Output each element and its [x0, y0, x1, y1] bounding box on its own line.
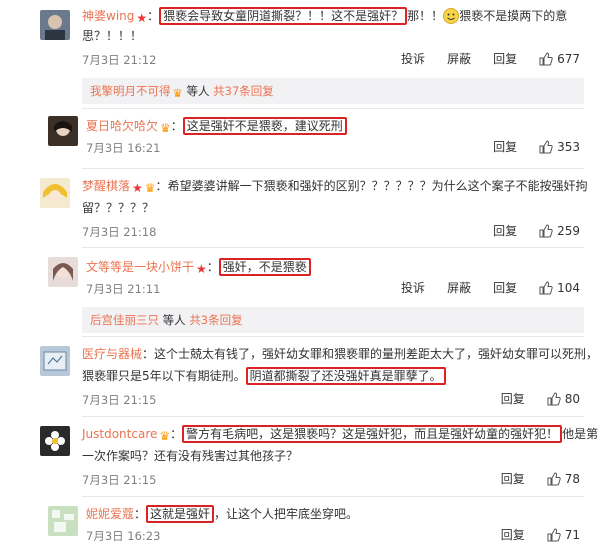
timestamp: 7月3日 21:15 [82, 393, 157, 407]
avatar[interactable] [48, 506, 78, 536]
user-nick[interactable]: 医疗与器械 [82, 347, 142, 361]
avatar[interactable] [48, 116, 78, 146]
comment-text-tail: 他是第 [562, 427, 599, 441]
user-nick[interactable]: Justdontcare [82, 427, 157, 441]
comment-text: 神婆wing ★： 猥亵会导致女童阴道撕裂？！！这不是强奸？ 那！！ 猥亵不是摸两下的意 [82, 6, 567, 30]
highlighted-text: 这是强奸不是猥亵，建议死刑 [182, 117, 347, 135]
comment-text: 梦醒棋落 ★ ♛：希望婆婆讲解一下猥亵和强奸的区别？？？？？？为什么这个案子不能按强… [82, 176, 588, 198]
like-count: 80 [564, 391, 580, 406]
timestamp: 7月3日 21:15 [82, 473, 157, 487]
sub-reply-etc: 等人 [162, 313, 186, 327]
timestamp: 7月3日 16:23 [86, 529, 161, 543]
thumbs-up-icon [539, 139, 553, 154]
like-count: 78 [564, 471, 580, 486]
vip-badge-icon: ♛ [160, 121, 171, 135]
report-button[interactable]: 投诉 [401, 279, 425, 296]
vip-badge-icon: ♛ [159, 429, 171, 443]
sub-reply-more-link[interactable]: 共37条回复 [213, 84, 274, 98]
user-nick[interactable]: 文等等是一块小饼干 [86, 260, 194, 274]
report-button[interactable]: 投诉 [401, 50, 425, 67]
timestamp: 7月3日 21:11 [86, 282, 161, 296]
reply-button[interactable]: 回复 [493, 50, 517, 67]
comment-text-pre: 猥亵罪只是5年以下有期徒刑。 [82, 369, 246, 383]
smiley-emoji-icon [443, 8, 460, 30]
highlighted-text: 警方有毛病吧，这是猥亵吗？这是强奸犯，而且是强奸幼童的强奸犯！ [182, 425, 563, 443]
like-button[interactable]: 353 [539, 140, 580, 154]
star-badge-icon: ★ [132, 181, 143, 195]
avatar[interactable] [40, 426, 70, 456]
vip-badge-icon: ♛ [144, 181, 156, 195]
reply-button[interactable]: 回复 [501, 390, 525, 407]
avatar[interactable] [40, 178, 70, 208]
star-badge-icon: ★ [196, 262, 207, 276]
star-badge-icon: ★ [136, 11, 148, 25]
divider [82, 336, 584, 337]
timestamp: 7月3日 21:18 [82, 225, 157, 239]
highlighted-text: 猥亵会导致女童阴道撕裂？！！这不是强奸？ [159, 7, 408, 25]
like-count: 353 [557, 139, 580, 154]
divider [82, 247, 584, 248]
user-nick[interactable]: 梦醒棋落 [82, 179, 130, 193]
highlighted-text: 这就是强奸 [146, 505, 215, 523]
like-button[interactable]: 71 [547, 528, 580, 542]
comment-text: Justdontcare ♛： 警方有毛病吧，这是猥亵吗？这是强奸犯，而且是强奸幼童… [82, 424, 598, 446]
like-button[interactable]: 78 [547, 472, 580, 486]
timestamp: 7月3日 16:21 [86, 141, 161, 155]
comment-text-tail: ，让这个人把牢底坐穿吧。 [214, 507, 359, 521]
highlighted-text: 阴道都撕裂了还没强奸真是罪孽了。 [245, 367, 446, 385]
avatar[interactable] [40, 346, 70, 376]
like-count: 677 [557, 51, 580, 66]
user-nick[interactable]: 夏日哈欠哈欠 [86, 119, 158, 133]
comment-text: 夏日哈欠哈欠 ♛： 这是强奸不是猥亵，建议死刑 [86, 116, 347, 138]
sub-reply-summary[interactable]: 我擎明月不可得 ♛ 等人 共37条回复 [82, 78, 584, 104]
divider [82, 416, 584, 417]
like-count: 104 [557, 280, 580, 295]
comment-text-rest: 那！！ [407, 9, 444, 23]
thumbs-up-icon [539, 51, 553, 66]
user-nick[interactable]: 神婆wing [82, 9, 134, 23]
like-button[interactable]: 80 [547, 392, 580, 406]
thumbs-up-icon [539, 223, 553, 238]
highlighted-text: 强奸，不是猥亵 [218, 258, 311, 276]
sub-reply-etc: 等人 [186, 84, 210, 98]
sub-reply-user[interactable]: 我擎明月不可得 [90, 84, 171, 98]
reply-button[interactable]: 回复 [493, 138, 517, 155]
sub-reply-summary[interactable]: 后宫佳丽三只 等人 共3条回复 [82, 307, 584, 333]
like-count: 259 [557, 223, 580, 238]
avatar[interactable] [40, 10, 70, 40]
comment-text: 文等等是一块小饼干 ★： 强奸，不是猥亵 [86, 257, 311, 279]
block-button[interactable]: 屏蔽 [447, 279, 471, 296]
block-button[interactable]: 屏蔽 [447, 50, 471, 67]
thumbs-up-icon [547, 391, 561, 406]
comment-text-line1: 这个士兢太有钱了，强奸幼女罪和猥亵罪的量刑差距太大了，强奸幼女罪可以死刑， [154, 347, 599, 361]
thumbs-up-icon [547, 527, 561, 542]
comment-text: 医疗与器械：这个士兢太有钱了，强奸幼女罪和猥亵罪的量刑差距太大了，强奸幼女罪可以… [82, 347, 599, 361]
sub-reply-more-link[interactable]: 共3条回复 [189, 313, 242, 327]
like-button[interactable]: 104 [539, 281, 580, 295]
divider [82, 108, 584, 109]
comment-text-tail: 猥亵不是摸两下的意 [459, 9, 568, 23]
divider [82, 168, 584, 169]
thumbs-up-icon [539, 280, 553, 295]
avatar[interactable] [48, 257, 78, 287]
comment-text-line2: 猥亵罪只是5年以下有期徒刑。 阴道都撕裂了还没强奸真是罪孽了。 [82, 366, 446, 386]
reply-button[interactable]: 回复 [493, 279, 517, 296]
like-button[interactable]: 259 [539, 224, 580, 238]
vip-badge-icon: ♛ [172, 86, 183, 100]
comment-text-line2: 一次作案吗？还有没有残害过其他孩子？ [82, 449, 299, 463]
comment-text-line2: 留？？？？？ [82, 201, 155, 215]
user-nick[interactable]: 妮妮爱蔻 [86, 507, 134, 521]
like-button[interactable]: 677 [539, 52, 580, 66]
reply-button[interactable]: 回复 [501, 526, 525, 543]
divider [82, 496, 584, 497]
comment-text-line1: 希望婆婆讲解一下猥亵和强奸的区别？？？？？？为什么这个案子不能按强奸拘 [167, 179, 588, 193]
like-count: 71 [564, 527, 580, 542]
reply-button[interactable]: 回复 [501, 470, 525, 487]
timestamp: 7月3日 21:12 [82, 53, 157, 67]
sub-reply-user[interactable]: 后宫佳丽三只 [90, 313, 159, 327]
thumbs-up-icon [547, 471, 561, 486]
comment-text-line2: 思？！！！ [82, 29, 143, 43]
comment-text: 妮妮爱蔻： 这就是强奸 ，让这个人把牢底坐穿吧。 [86, 505, 359, 523]
reply-button[interactable]: 回复 [493, 222, 517, 239]
